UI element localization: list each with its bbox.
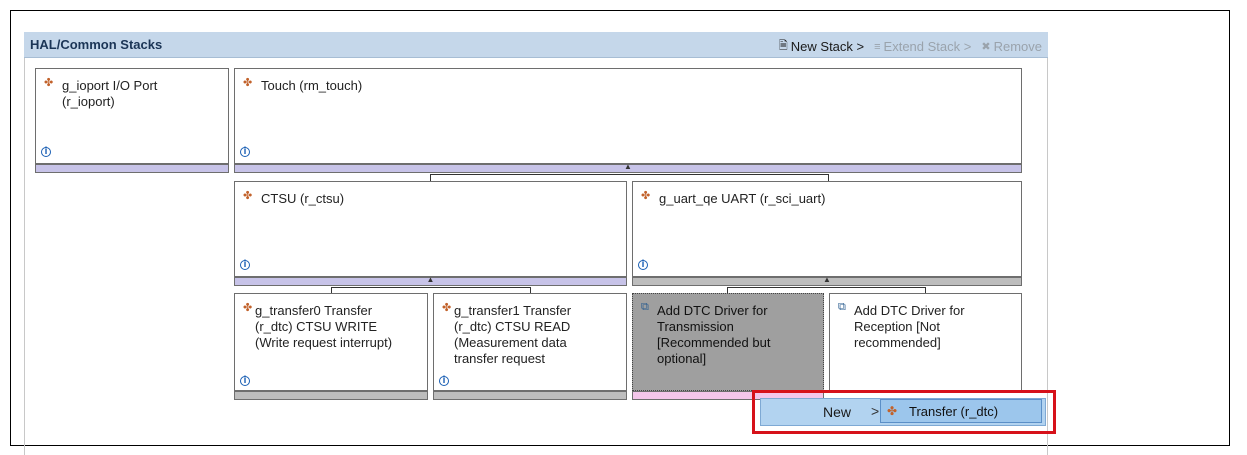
header-actions: 🗎 New Stack > ≡ Extend Stack > ✖ Remove [779,37,1042,56]
chevron-right-icon: > [871,403,880,419]
label-line: [Recommended but [657,335,771,350]
module-transfer0[interactable]: ✤ g_transfer0 Transfer (r_dtc) CTSU WRIT… [234,293,428,391]
transfer0-bar [234,391,428,400]
module-label: g_ioport I/O Port (r_ioport) [62,78,157,110]
new-stack-button[interactable]: 🗎 New Stack > [779,37,864,56]
module-label: g_transfer0 Transfer (r_dtc) CTSU WRITE … [255,303,392,351]
new-stack-label: New Stack > [790,39,865,54]
menu-new-label: New [823,404,852,420]
label-line: (r_dtc) CTSU READ [454,319,571,334]
label-line: (r_ioport) [62,94,115,109]
module-label: Add DTC Driver for Reception [Not recomm… [854,303,965,351]
expand-arrow-icon[interactable]: ▲ [823,275,831,284]
uart-bar: ▲ [632,275,1022,286]
module-label: Touch (rm_touch) [261,78,362,94]
label-line: optional] [657,351,707,366]
label-line: Transmission [657,319,734,334]
module-icon: ✤ [243,77,253,89]
expand-arrow-icon[interactable]: ▲ [624,162,632,171]
label-line: g_transfer0 Transfer [255,303,373,318]
label-line: recommended] [854,335,941,350]
module-icon: ✤ [243,302,253,314]
module-icon: ✤ [442,302,452,314]
extend-stack-label: Extend Stack > [883,39,972,54]
info-icon[interactable]: i [240,260,250,270]
label-line: Add DTC Driver for [854,303,965,318]
module-ioport[interactable]: ✤ g_ioport I/O Port (r_ioport) i [35,68,229,164]
label-line: (Write request interrupt) [255,335,393,350]
info-icon[interactable]: i [439,376,449,386]
module-icon: ✤ [243,190,253,202]
module-label: g_uart_qe UART (r_sci_uart) [659,191,825,207]
info-icon[interactable]: i [41,147,51,157]
module-icon: ✤ [641,190,651,202]
extend-stack-button[interactable]: ≡ Extend Stack > [874,37,971,56]
label-line: Reception [Not [854,319,940,334]
expand-arrow-icon[interactable]: ▲ [427,275,435,284]
module-uart[interactable]: ✤ g_uart_qe UART (r_sci_uart) i [632,181,1022,277]
connector-line [331,287,530,288]
module-icon: ✤ [887,404,898,418]
label-line: g_uart_qe UART (r_sci_uart) [659,191,826,206]
connector-line [430,174,828,175]
touch-bar: ▲ [234,162,1022,173]
transfer1-bar [433,391,627,400]
connector-line [727,287,925,288]
label-line: g_transfer1 Transfer [454,303,572,318]
module-ctsu[interactable]: ✤ CTSU (r_ctsu) i [234,181,627,277]
module-label: g_transfer1 Transfer (r_dtc) CTSU READ (… [454,303,571,367]
label-line: Touch (rm_touch) [261,78,363,93]
module-label: CTSU (r_ctsu) [261,191,344,207]
label-line: transfer request [454,351,546,366]
info-icon[interactable]: i [240,376,250,386]
label-line: (r_dtc) CTSU WRITE [255,319,378,334]
add-driver-icon: ⧉ [641,301,649,313]
remove-icon: ✖ [981,41,991,53]
new-stack-icon: 🗎 [778,40,788,52]
submenu-transfer-label: Transfer (r_dtc) [909,404,999,419]
ctsu-bar: ▲ [234,275,627,286]
info-icon[interactable]: i [240,147,250,157]
label-line: CTSU (r_ctsu) [261,191,345,206]
ioport-bar [35,164,229,173]
remove-label: Remove [993,39,1042,54]
extend-stack-icon: ≡ [874,40,881,53]
add-dtc-transmission[interactable]: ⧉ Add DTC Driver for Transmission [Recom… [632,293,824,391]
add-driver-icon: ⧉ [838,301,846,313]
label-line: Add DTC Driver for [657,303,768,318]
panel-title: HAL/Common Stacks [30,37,163,52]
module-touch[interactable]: ✤ Touch (rm_touch) i [234,68,1022,164]
label-line: (Measurement data [454,335,567,350]
submenu-transfer-rdtc[interactable]: ✤ Transfer (r_dtc) [880,399,1042,423]
connector-line [430,174,431,181]
label-line: g_ioport I/O Port [62,78,158,93]
module-label: Add DTC Driver for Transmission [Recomme… [657,303,770,367]
stacks-header: HAL/Common Stacks 🗎 New Stack > ≡ Extend… [24,32,1048,58]
info-icon[interactable]: i [638,260,648,270]
add-dtc-reception[interactable]: ⧉ Add DTC Driver for Reception [Not reco… [829,293,1022,391]
module-transfer1[interactable]: ✤ g_transfer1 Transfer (r_dtc) CTSU READ… [433,293,627,391]
connector-line [828,174,829,181]
module-icon: ✤ [44,77,54,89]
remove-button[interactable]: ✖ Remove [981,37,1042,56]
